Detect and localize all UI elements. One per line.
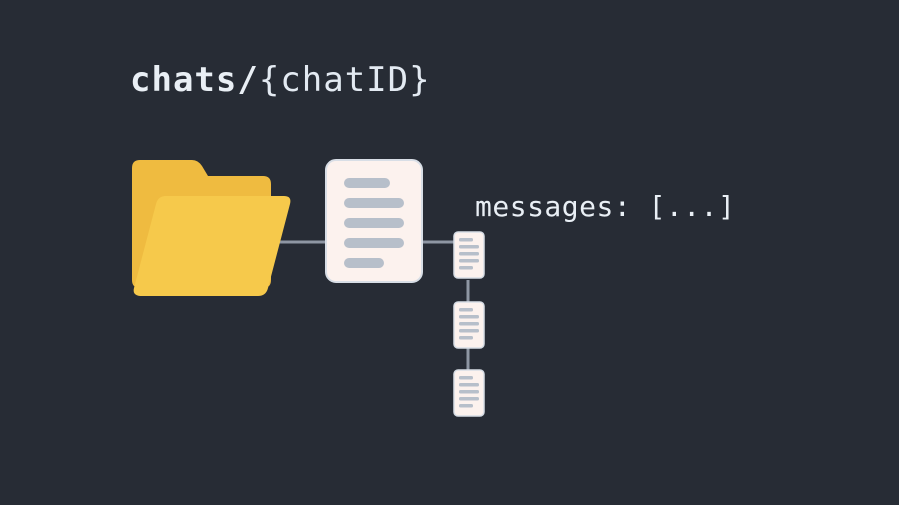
folder-icon (132, 160, 290, 296)
document-icon (326, 160, 422, 282)
structure-diagram (0, 0, 899, 505)
message-item-icon (454, 370, 484, 416)
message-item-icon (454, 232, 484, 278)
message-item-icon (454, 302, 484, 348)
message-list (454, 232, 484, 416)
